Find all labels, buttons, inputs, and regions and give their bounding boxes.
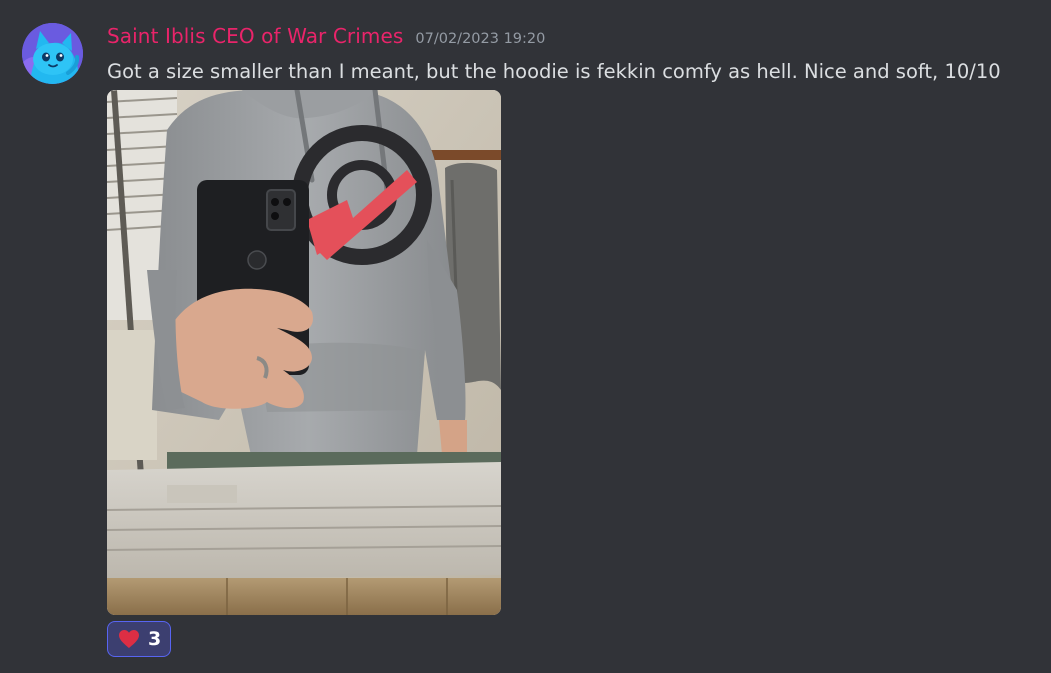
author-username[interactable]: Saint Iblis CEO of War Crimes [107, 24, 403, 48]
blue-cat-avatar-icon [22, 23, 83, 84]
image-attachment[interactable] [107, 90, 501, 615]
author-avatar[interactable] [22, 23, 83, 84]
message-content: Got a size smaller than I meant, but the… [107, 60, 1001, 83]
mirror-selfie-photo [107, 90, 501, 615]
reaction-heart[interactable]: 3 [107, 621, 172, 657]
heart-icon [118, 628, 140, 650]
reaction-bar: 3 [107, 621, 172, 657]
message-header: Saint Iblis CEO of War Crimes 07/02/2023… [107, 24, 545, 52]
reaction-count: 3 [148, 628, 162, 650]
message-timestamp[interactable]: 07/02/2023 19:20 [415, 31, 545, 47]
chat-message: Saint Iblis CEO of War Crimes 07/02/2023… [0, 0, 1051, 673]
